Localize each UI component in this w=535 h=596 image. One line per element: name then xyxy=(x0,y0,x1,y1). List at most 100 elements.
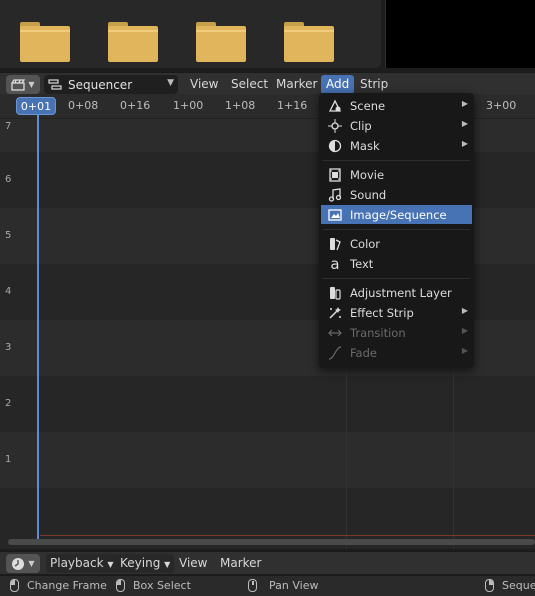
current-frame-indicator[interactable]: 0+01 xyxy=(16,97,56,115)
clock-icon xyxy=(12,557,25,570)
status-box-select: Box Select xyxy=(116,579,191,592)
movie-icon xyxy=(327,167,343,182)
add-menu-label: Effect Strip xyxy=(350,305,414,320)
effect-strip-icon xyxy=(327,306,343,320)
horizontal-scrollbar[interactable] xyxy=(8,539,535,545)
add-menu-transition[interactable]: Transition ▶ xyxy=(321,323,472,342)
status-label: Change Frame xyxy=(27,579,107,592)
channel-number: 7 xyxy=(5,121,12,132)
folder-icon[interactable] xyxy=(196,22,246,62)
add-menu-label: Color xyxy=(350,236,381,251)
add-menu-movie[interactable]: Movie xyxy=(321,165,472,184)
file-browser-panel xyxy=(0,0,381,68)
add-menu-clip[interactable]: Clip ▶ xyxy=(321,116,472,135)
add-menu-adjustment-layer[interactable]: Adjustment Layer xyxy=(321,283,472,302)
sound-icon xyxy=(327,187,343,202)
menu-view[interactable]: View xyxy=(185,75,223,94)
submenu-arrow-icon: ▶ xyxy=(461,306,468,315)
folder-icon[interactable] xyxy=(108,22,158,62)
status-bar: Change Frame Box Select Pan View Seque xyxy=(0,575,535,596)
timeline-menu-view[interactable]: View xyxy=(174,554,212,573)
add-menu: Scene ▶ Clip ▶ Mask ▶ Movie Sound Image/… xyxy=(319,93,474,368)
add-menu-effect-strip[interactable]: Effect Strip ▶ xyxy=(321,303,472,322)
folder-icon[interactable] xyxy=(20,22,70,62)
add-menu-label: Movie xyxy=(350,167,385,182)
channel-row[interactable]: 1 xyxy=(0,432,535,488)
folder-icon[interactable] xyxy=(284,22,334,62)
transition-icon xyxy=(327,326,343,340)
ruler-tick: 1+08 xyxy=(225,99,256,112)
sequencer-icon xyxy=(48,78,62,90)
image-icon xyxy=(327,208,343,222)
channel-row[interactable]: 2 xyxy=(0,376,535,432)
chevron-down-icon: ▼ xyxy=(28,559,35,568)
playhead[interactable] xyxy=(37,114,39,544)
view-type-dropdown[interactable]: Sequencer ▼ xyxy=(44,75,178,94)
submenu-arrow-icon: ▶ xyxy=(461,326,468,335)
clip-icon xyxy=(327,118,343,133)
menu-select[interactable]: Select xyxy=(226,75,273,94)
menu-marker[interactable]: Marker xyxy=(271,75,322,94)
add-menu-text[interactable]: a Text xyxy=(321,254,472,273)
channel-number: 4 xyxy=(5,286,12,297)
add-menu-label: Sound xyxy=(350,187,387,202)
add-menu-label: Transition xyxy=(350,325,406,340)
view-type-label: Sequencer xyxy=(68,77,133,92)
add-menu-label: Image/Sequence xyxy=(350,207,447,222)
status-sequencer: Seque xyxy=(485,579,535,592)
timeline-menu-marker[interactable]: Marker xyxy=(215,554,266,573)
add-menu-label: Mask xyxy=(350,138,380,153)
text-icon: a xyxy=(330,254,340,273)
channel-number: 3 xyxy=(5,342,12,353)
ruler-tick: 0+08 xyxy=(68,99,99,112)
add-menu-label: Clip xyxy=(350,118,372,133)
add-menu-label: Text xyxy=(350,256,374,271)
add-menu-label: Fade xyxy=(350,345,377,360)
menu-separator xyxy=(323,160,470,161)
clapperboard-icon xyxy=(11,78,26,91)
channel-number: 6 xyxy=(5,174,12,185)
channel-number: 1 xyxy=(5,454,12,465)
scene-end-line xyxy=(40,535,535,536)
add-menu-label: Scene xyxy=(350,98,386,113)
fade-icon xyxy=(327,345,343,360)
channel-number: 2 xyxy=(5,398,12,409)
sequencer-header: ▼ Sequencer ▼ View Select Marker Add Str… xyxy=(0,72,535,94)
mouse-left-icon xyxy=(10,579,19,592)
menu-separator xyxy=(323,278,470,279)
chevron-down-icon: ▼ xyxy=(107,560,114,569)
keying-dropdown[interactable]: Keying ▼ xyxy=(116,554,175,573)
ruler-tick: 1+00 xyxy=(173,99,204,112)
adjustment-layer-icon xyxy=(327,286,343,300)
add-menu-fade[interactable]: Fade ▶ xyxy=(321,343,472,362)
chevron-down-icon: ▼ xyxy=(167,78,174,88)
add-menu-image-sequence[interactable]: Image/Sequence xyxy=(321,205,472,224)
add-menu-label: Adjustment Layer xyxy=(350,285,452,300)
submenu-arrow-icon: ▶ xyxy=(461,99,468,108)
editor-type-dropdown[interactable]: ▼ xyxy=(6,75,40,94)
timeline-editor-type-dropdown[interactable]: ▼ xyxy=(6,554,40,573)
ruler-tick: 1+16 xyxy=(277,99,308,112)
add-menu-scene[interactable]: Scene ▶ xyxy=(321,96,472,115)
chevron-down-icon: ▼ xyxy=(28,80,35,89)
mask-icon xyxy=(327,139,343,153)
menu-separator xyxy=(323,229,470,230)
status-pan-view: Pan View xyxy=(248,579,318,592)
keying-label: Keying xyxy=(120,556,161,570)
scene-icon xyxy=(327,99,343,113)
add-menu-color[interactable]: Color xyxy=(321,234,472,253)
top-area xyxy=(0,0,535,72)
submenu-arrow-icon: ▶ xyxy=(461,119,468,128)
playback-label: Playback xyxy=(50,556,104,570)
playback-dropdown[interactable]: Playback ▼ xyxy=(46,554,118,573)
ruler-tick: 0+16 xyxy=(120,99,151,112)
add-menu-mask[interactable]: Mask ▶ xyxy=(321,136,472,155)
add-menu-sound[interactable]: Sound xyxy=(321,185,472,204)
ruler-tick: 3+00 xyxy=(486,99,517,112)
menu-add[interactable]: Add xyxy=(321,75,355,94)
menu-strip[interactable]: Strip xyxy=(355,75,393,94)
mouse-right-icon xyxy=(485,579,494,592)
color-icon xyxy=(327,237,343,251)
submenu-arrow-icon: ▶ xyxy=(461,346,468,355)
chevron-down-icon: ▼ xyxy=(164,560,171,569)
